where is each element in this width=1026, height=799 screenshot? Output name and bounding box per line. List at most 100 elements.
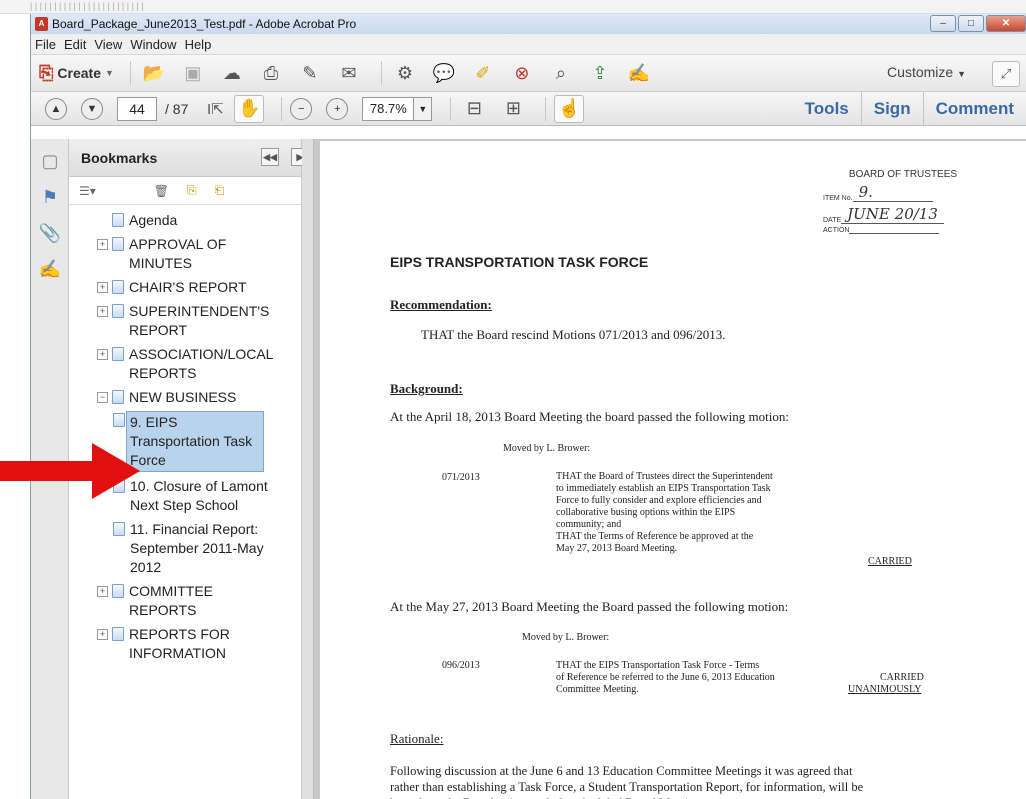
panel-title: Bookmarks	[81, 149, 158, 166]
expand-icon[interactable]: +	[97, 282, 108, 293]
next-page-icon[interactable]: ▼	[81, 97, 103, 120]
bookmark-label: ASSOCIATION/LOCAL REPORTS	[129, 346, 273, 381]
fit-width-icon[interactable]: ⊞	[498, 95, 528, 123]
board-stamp: BOARD OF TRUSTEES ITEM No. 9. DATE JUNE 20…	[823, 169, 983, 234]
options-menu-icon[interactable]: ☰▾	[79, 184, 96, 198]
red-arrow-annotation	[0, 443, 140, 499]
create-button[interactable]: ⎘ Create ▼	[39, 63, 114, 84]
bookmark-item[interactable]: 11. Financial Report: September 2011-May…	[69, 520, 301, 577]
menu-edit[interactable]: Edit	[64, 37, 86, 52]
comment-bubble-icon[interactable]: 💬	[429, 59, 459, 87]
page-thumbnails-icon[interactable]: ▢	[36, 147, 64, 175]
pdf-remove-icon[interactable]: ⊗	[507, 59, 537, 87]
zoom-dropdown-button[interactable]: ▼	[414, 96, 433, 121]
bookmark-item[interactable]: Agenda	[69, 211, 301, 230]
pdf-app-icon: A	[35, 17, 48, 31]
bookmark-tree: Agenda + APPROVAL OF MINUTES + CHAIR'S REPOR…	[69, 205, 301, 663]
page-number-input[interactable]: 44	[117, 96, 157, 121]
bookmark-label: 10. Closure of Lamont Next Step School	[130, 478, 268, 513]
window-controls: – □ ✕	[930, 15, 1026, 32]
navigation-toolbar: ▲ ▼ 44 / 87 I⇱ ✋ − + 78.7% ▼ ⊟ ⊞ ☝ Tools…	[31, 92, 1026, 126]
menu-view[interactable]: View	[94, 37, 122, 52]
expand-icon[interactable]: +	[97, 586, 108, 597]
edit-icon[interactable]: ✎	[295, 59, 325, 87]
select-cursor-icon[interactable]: I⇱	[200, 95, 230, 123]
expand-icon[interactable]: +	[97, 306, 108, 317]
menu-file[interactable]: File	[35, 37, 56, 52]
bookmark-item[interactable]: + CHAIR'S REPORT	[69, 278, 301, 297]
expand-icon[interactable]: +	[97, 349, 108, 360]
bookmark-icon	[112, 390, 124, 404]
attachments-icon[interactable]: 📎	[36, 219, 64, 247]
zoom-level-input[interactable]: 78.7%	[362, 96, 415, 121]
acrobat-window: A Board_Package_June2013_Test.pdf - Adob…	[30, 14, 1026, 799]
expand-view-button[interactable]: ⤢	[992, 61, 1020, 87]
text-line: Following discussion at the June 6 and 1…	[390, 764, 853, 778]
open-folder-icon[interactable]: 📂	[139, 59, 169, 87]
text-line: THAT the EIPS Transportation Task Force …	[556, 660, 760, 671]
zoom-out-icon[interactable]: −	[290, 97, 313, 120]
motion1-status: CARRIED	[868, 556, 912, 567]
motion2-status-carried: CARRIED	[880, 672, 924, 683]
tools-link[interactable]: Tools	[793, 92, 861, 126]
hand-tool-icon[interactable]: ✋	[234, 94, 265, 123]
text-line: brought to the Board at its regularly sc…	[390, 795, 863, 799]
rationale-heading: Rationale:	[390, 731, 444, 746]
toolbar-separator	[450, 96, 452, 121]
cloud-upload-icon[interactable]: ☁	[217, 59, 247, 87]
collapse-panel-button[interactable]: ◀◀	[261, 148, 279, 166]
pane-splitter[interactable]	[302, 139, 314, 799]
bookmark-icon	[112, 627, 124, 641]
bookmark-label: NEW BUSINESS	[129, 389, 237, 405]
motion1-text: THAT the Board of Trustees direct the Su…	[556, 471, 773, 555]
menu-help[interactable]: Help	[185, 37, 212, 52]
bookmark-item[interactable]: − NEW BUSINESS	[69, 388, 301, 407]
delete-bookmark-icon[interactable]: 🗑	[154, 184, 169, 198]
text-line: Committee Meeting.	[556, 684, 639, 695]
expand-icon[interactable]: +	[97, 629, 108, 640]
zoom-in-icon[interactable]: +	[326, 97, 349, 120]
bookmark-label: CHAIR'S REPORT	[129, 279, 247, 295]
email-icon[interactable]: ✉	[334, 59, 364, 87]
main-toolbar: ⎘ Create ▼ 📂 ▣ ☁ ⎙ ✎ ✉ ⚙ 💬 ✐ ⊗ ⌕ ⇪ ✍ Cus…	[31, 54, 1026, 92]
bookmarks-toolbar: ☰▾ 🗑 ⎘ ⎗	[69, 177, 301, 205]
close-button[interactable]: ✕	[986, 15, 1026, 32]
stamp-date-label: DATE	[823, 217, 842, 224]
fit-page-icon[interactable]: ⊟	[459, 95, 489, 123]
task-pane-links: Tools Sign Comment	[793, 92, 1026, 126]
bookmark-item[interactable]: + REPORTS FOR INFORMATION	[69, 625, 301, 663]
pdf-page: BOARD OF TRUSTEES ITEM No. 9. DATE JUNE 20…	[320, 141, 1026, 799]
expand-icon[interactable]: +	[97, 239, 108, 250]
previous-page-icon[interactable]: ▲	[45, 97, 67, 120]
page-total: / 87	[165, 100, 189, 117]
pdf-export-icon[interactable]: ⇪	[585, 59, 615, 87]
stamp-title: BOARD OF TRUSTEES	[848, 169, 958, 180]
signatures-icon[interactable]: ✍	[36, 255, 64, 283]
collapse-icon[interactable]: −	[97, 392, 108, 403]
new-bookmark-from-structure-icon[interactable]: ⎗	[215, 183, 225, 198]
sign-link[interactable]: Sign	[860, 92, 923, 126]
pdf-search-icon[interactable]: ⌕	[546, 59, 576, 87]
highlight-icon[interactable]: ✐	[468, 59, 498, 87]
bookmarks-icon[interactable]: ⚑	[36, 183, 64, 211]
new-bookmark-icon[interactable]: ⎘	[187, 183, 197, 198]
motion2-number: 096/2013	[442, 660, 480, 671]
bookmark-item[interactable]: + APPROVAL OF MINUTES	[69, 235, 301, 273]
save-icon[interactable]: ▣	[178, 59, 208, 87]
read-mode-hand-icon[interactable]: ☝	[554, 94, 585, 123]
maximize-button[interactable]: □	[958, 15, 984, 32]
create-label: Create	[57, 65, 101, 81]
settings-icon[interactable]: ⚙	[390, 59, 420, 87]
print-icon[interactable]: ⎙	[256, 59, 286, 87]
bookmark-item[interactable]: + ASSOCIATION/LOCAL REPORTS	[69, 345, 301, 383]
customize-menu[interactable]: Customize ▼	[887, 64, 966, 80]
pdf-edit-icon[interactable]: ✍	[624, 59, 654, 87]
bookmark-item[interactable]: + COMMITTEE REPORTS	[69, 582, 301, 620]
motion2-moved-by: Moved by L. Brower:	[522, 632, 610, 643]
comment-link[interactable]: Comment	[922, 92, 1026, 126]
bookmark-item[interactable]: + SUPERINTENDENT'S REPORT	[69, 302, 301, 340]
minimize-button[interactable]: –	[930, 15, 956, 32]
stamp-item-value: 9.	[852, 183, 933, 202]
menu-window[interactable]: Window	[130, 37, 176, 52]
text-line: May 27, 2013 Board Meeting.	[556, 543, 678, 554]
